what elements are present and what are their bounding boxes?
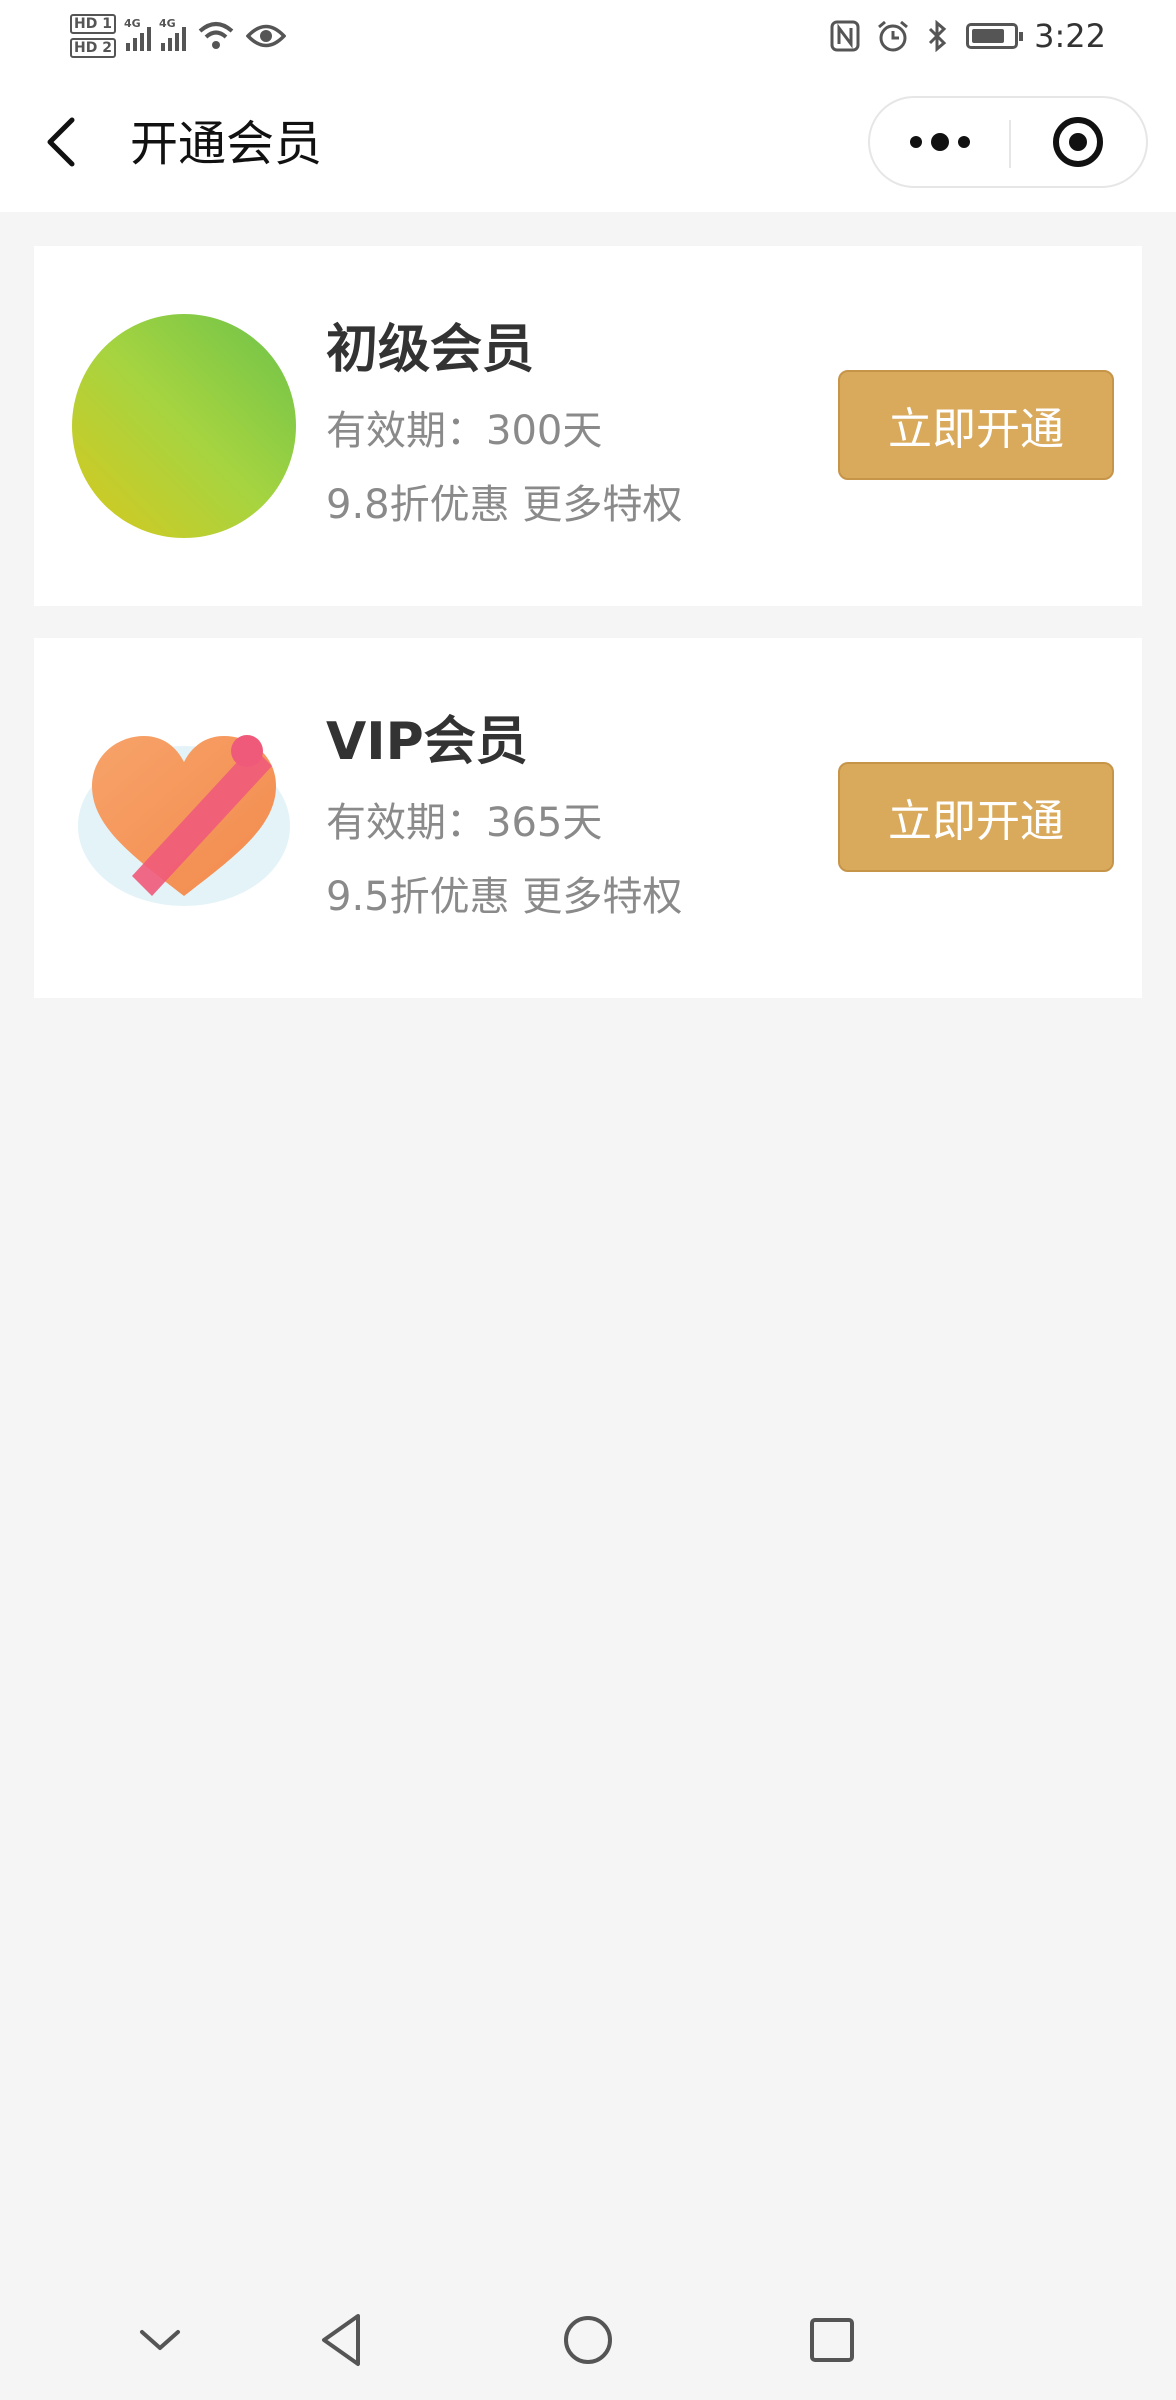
status-left: HD 1 HD 2 4G 4G bbox=[70, 8, 286, 64]
collapse-nav-button[interactable] bbox=[120, 2304, 200, 2376]
more-dots-icon bbox=[910, 133, 970, 151]
system-recents-button[interactable] bbox=[792, 2304, 872, 2376]
chevron-down-icon bbox=[140, 2330, 180, 2350]
status-right: 3:22 bbox=[830, 10, 1106, 62]
eye-icon bbox=[245, 24, 286, 48]
close-button[interactable] bbox=[1011, 98, 1146, 186]
system-nav-bar bbox=[0, 2280, 1176, 2400]
membership-card-basic: 初级会员 有效期：300天 9.8折优惠 更多特权 立即开通 bbox=[34, 246, 1142, 606]
membership-perks: 9.8折优惠 更多特权 bbox=[326, 482, 683, 528]
battery-icon bbox=[966, 23, 1024, 49]
system-home-button[interactable] bbox=[548, 2304, 628, 2376]
green-circle-image bbox=[72, 314, 296, 538]
status-bar: HD 1 HD 2 4G 4G 3:22 bbox=[0, 0, 1176, 72]
membership-perks: 9.5折优惠 更多特权 bbox=[326, 874, 683, 920]
open-membership-button[interactable]: 立即开通 bbox=[838, 762, 1114, 872]
open-membership-button[interactable]: 立即开通 bbox=[838, 370, 1114, 480]
nav-bar: 开通会员 bbox=[0, 72, 1176, 212]
signal-icon: 4G bbox=[124, 17, 151, 51]
nfc-icon bbox=[830, 20, 860, 52]
more-button[interactable] bbox=[870, 98, 1009, 186]
network2-label: 4G bbox=[158, 17, 176, 30]
mini-program-capsule bbox=[868, 96, 1148, 188]
membership-title: VIP会员 bbox=[326, 712, 528, 772]
membership-title: 初级会员 bbox=[326, 320, 535, 380]
target-circle-icon bbox=[1053, 117, 1103, 167]
sim2-badge: HD 2 bbox=[70, 38, 116, 58]
home-circle-icon bbox=[564, 2316, 612, 2364]
sim-badges: HD 1 HD 2 bbox=[70, 14, 116, 58]
membership-card-vip: VIP会员 有效期：365天 9.5折优惠 更多特权 立即开通 bbox=[34, 638, 1142, 998]
back-button[interactable] bbox=[30, 106, 94, 178]
page-title: 开通会员 bbox=[130, 116, 323, 172]
back-triangle-icon bbox=[322, 2314, 360, 2366]
recents-square-icon bbox=[810, 2318, 854, 2362]
chevron-left-icon bbox=[47, 117, 75, 167]
system-back-button[interactable] bbox=[302, 2304, 382, 2376]
wifi-icon bbox=[198, 22, 234, 49]
signal-icon: 4G bbox=[159, 17, 186, 51]
status-time: 3:22 bbox=[1034, 17, 1106, 55]
membership-validity: 有效期：300天 bbox=[326, 408, 603, 454]
alarm-icon bbox=[878, 20, 909, 52]
network1-label: 4G bbox=[123, 17, 141, 30]
bluetooth-icon bbox=[929, 19, 947, 53]
gift-heart-image bbox=[78, 735, 290, 906]
membership-validity: 有效期：365天 bbox=[326, 800, 603, 846]
sim1-badge: HD 1 bbox=[70, 14, 116, 34]
